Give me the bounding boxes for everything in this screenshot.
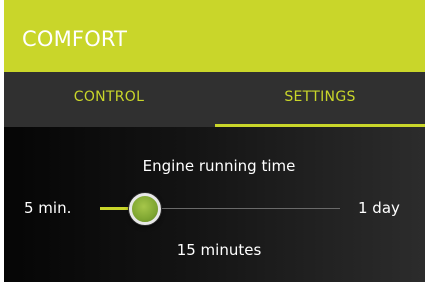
slider-value-label: 15 minutes [176, 241, 262, 259]
comfort-screen: COMFORT CONTROL SETTINGS Engine running … [4, 0, 425, 282]
tab-control[interactable]: CONTROL [4, 72, 214, 127]
settings-panel: Engine running time 5 min. 1 day 15 minu… [4, 127, 425, 282]
slider-max-label: 1 day [358, 199, 400, 217]
tab-settings-label: SETTINGS [284, 89, 356, 105]
slider-track-fill [100, 207, 131, 210]
engine-time-slider[interactable] [100, 193, 340, 225]
app-header: COMFORT [4, 0, 425, 72]
slider-min-label: 5 min. [24, 199, 72, 217]
app-window: COMFORT CONTROL SETTINGS Engine running … [0, 0, 429, 282]
slider-thumb[interactable] [129, 193, 161, 225]
page-title: COMFORT [22, 27, 128, 51]
tab-settings[interactable]: SETTINGS [215, 72, 425, 127]
tab-bar: CONTROL SETTINGS [4, 72, 425, 127]
tab-control-label: CONTROL [73, 89, 145, 105]
setting-title: Engine running time [142, 157, 296, 175]
